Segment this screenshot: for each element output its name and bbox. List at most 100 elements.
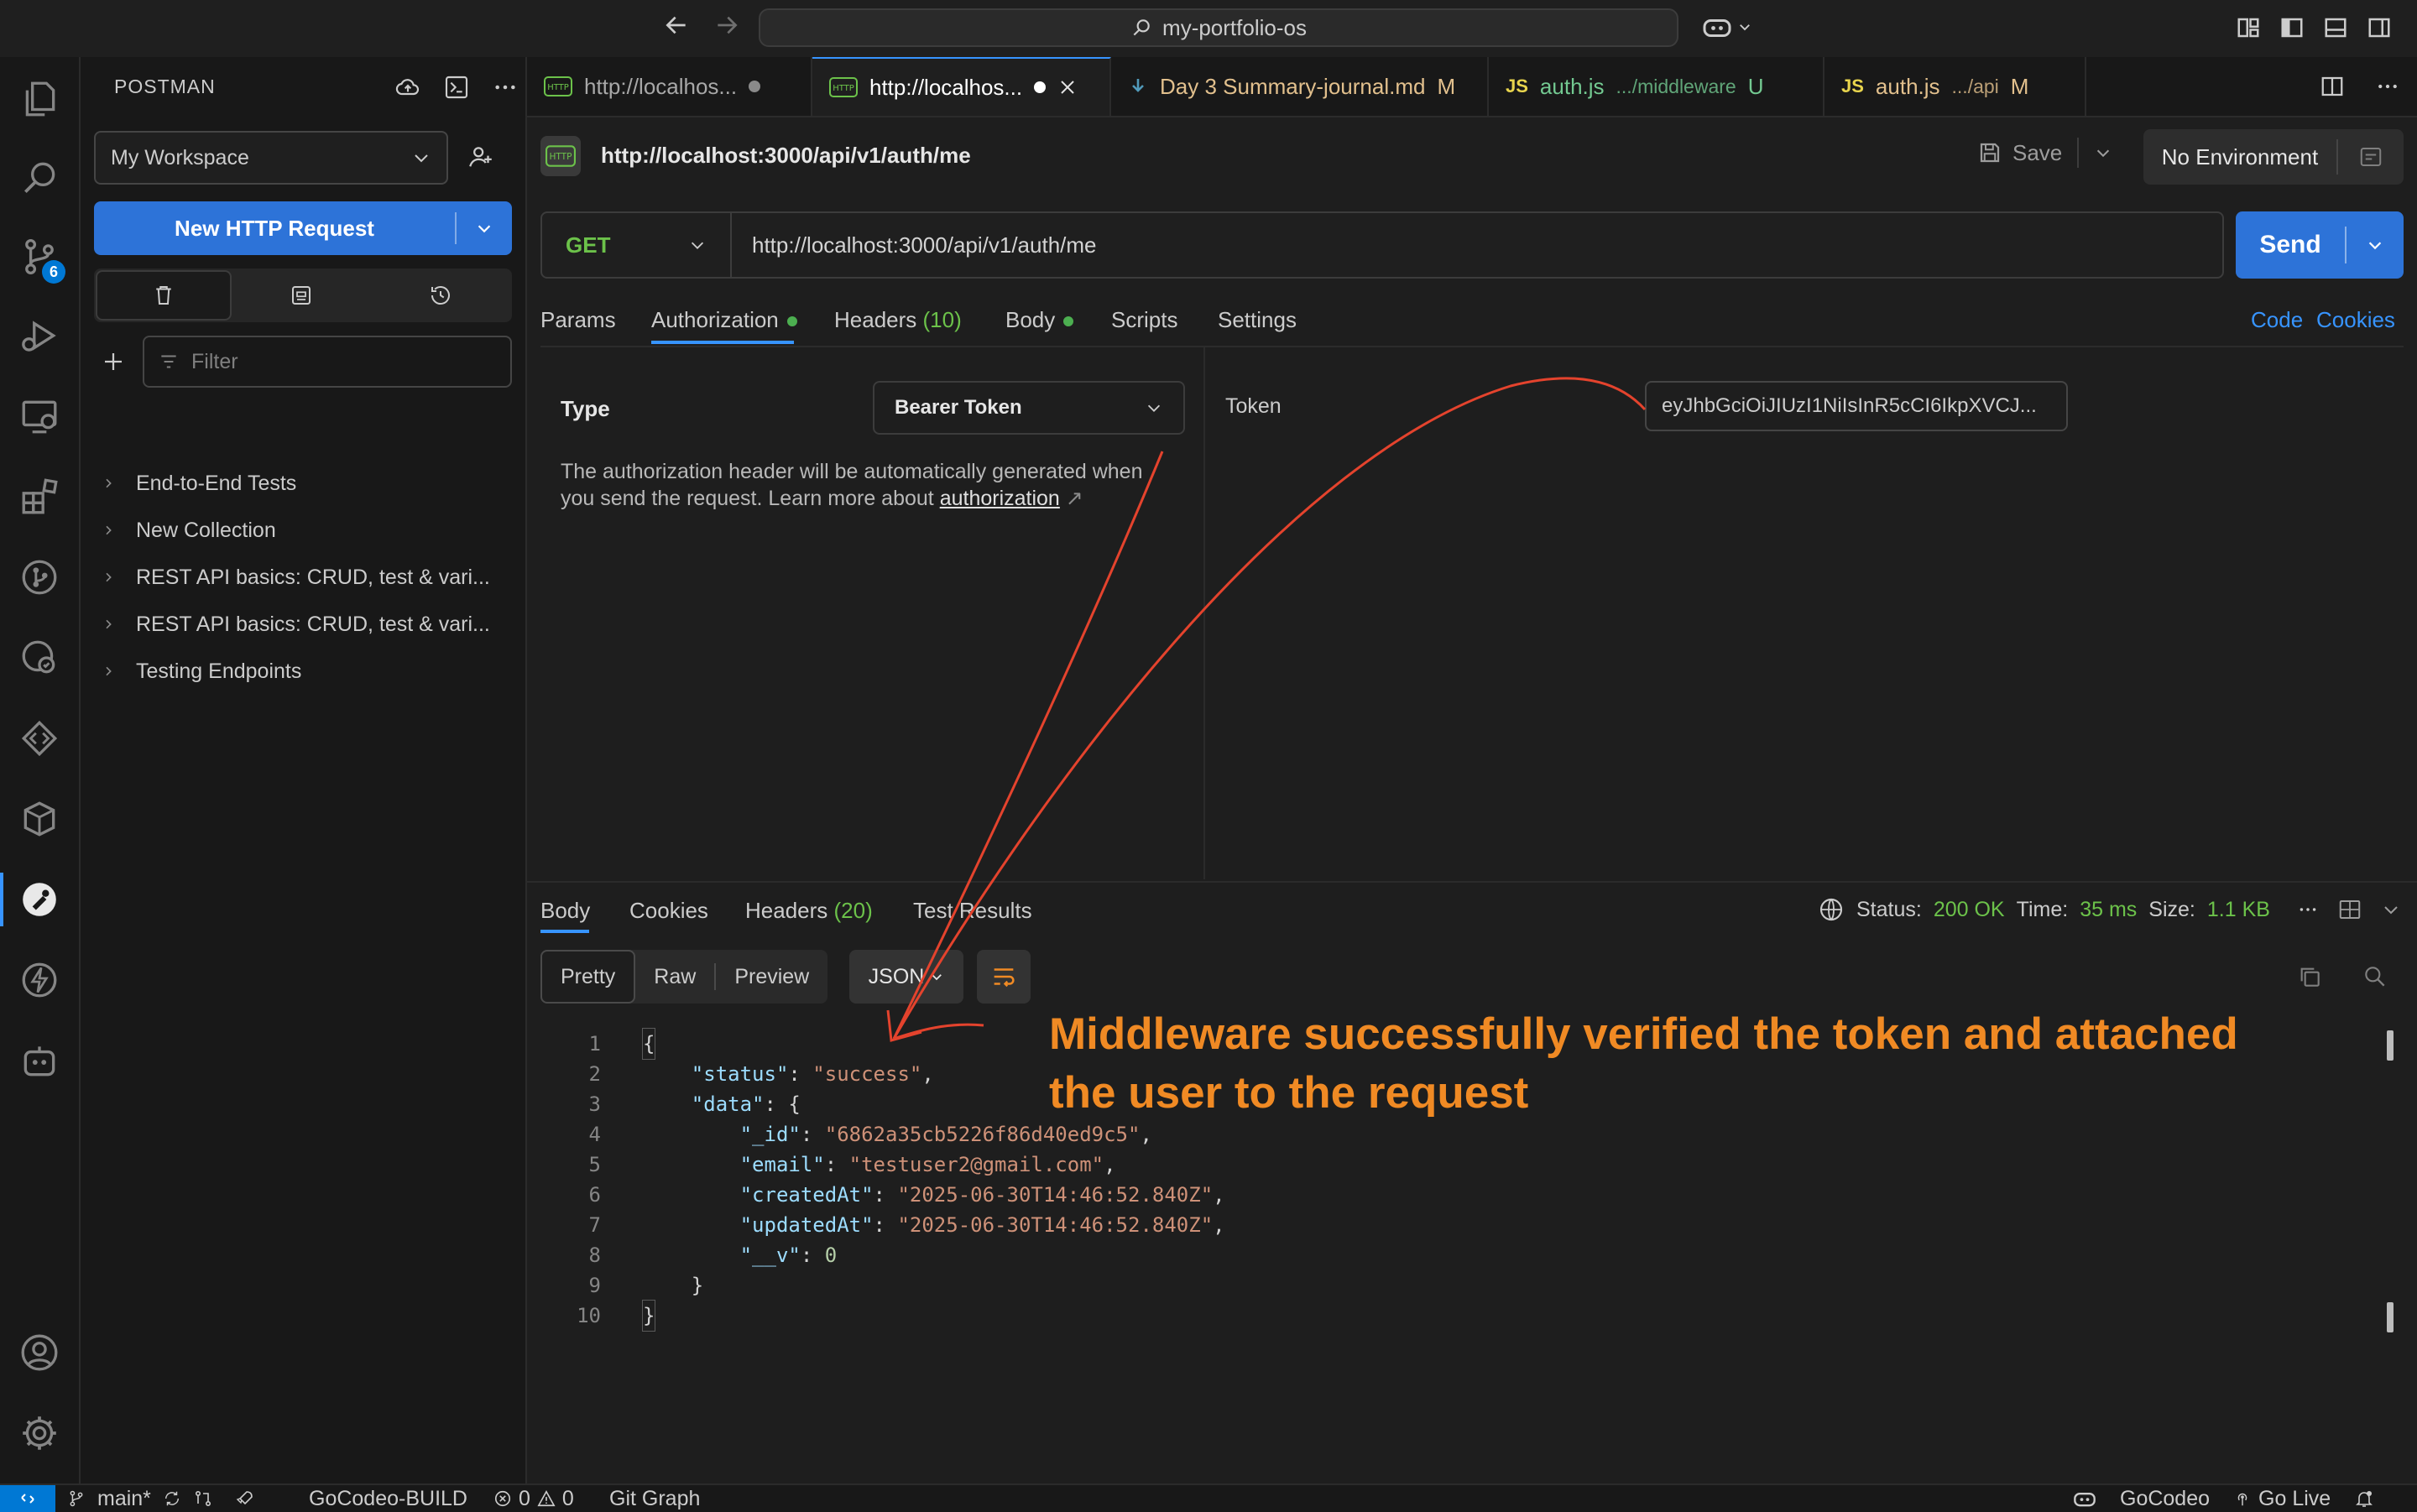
layout-toggle-icon[interactable] [2337, 897, 2362, 922]
history-view-button[interactable] [371, 270, 510, 321]
cloud-sync-icon[interactable] [394, 74, 421, 101]
search-icon[interactable] [0, 144, 79, 211]
git-graph-button[interactable]: Git Graph [609, 1485, 700, 1512]
add-icon[interactable] [101, 349, 126, 374]
response-tab-body[interactable]: Body [540, 898, 590, 924]
globe-icon[interactable] [1818, 896, 1845, 923]
tab-settings[interactable]: Settings [1218, 307, 1297, 333]
format-preview[interactable]: Preview [716, 950, 827, 1004]
rocket-icon[interactable] [235, 1489, 255, 1509]
tab-authorization[interactable]: Authorization [651, 307, 797, 333]
collection-item[interactable]: New Collection [81, 507, 525, 554]
toggle-secondary-sidebar-icon[interactable] [2367, 15, 2392, 40]
cookies-link[interactable]: Cookies [2316, 307, 2395, 333]
test-explorer-icon[interactable] [0, 624, 79, 691]
collections-view-button[interactable] [96, 270, 232, 321]
scrollbar-thumb[interactable] [2387, 1030, 2394, 1061]
new-request-dropdown-icon[interactable] [457, 219, 512, 237]
notifications-bell-icon[interactable] [2354, 1489, 2374, 1509]
environment-selector[interactable]: No Environment [2143, 129, 2404, 185]
workspace-select[interactable]: My Workspace [94, 131, 448, 185]
tab-request-1[interactable]: HTTP http://localhos... [527, 57, 812, 116]
new-http-request-button[interactable]: New HTTP Request [94, 201, 512, 255]
auth-type-select[interactable]: Bearer Token [873, 381, 1185, 435]
save-button[interactable]: Save [1977, 140, 2062, 166]
toggle-panel-icon[interactable] [2323, 15, 2348, 40]
remote-explorer-icon[interactable] [0, 383, 79, 450]
tab-journal-md[interactable]: Day 3 Summary-journal.md M [1111, 57, 1489, 116]
gear-icon[interactable] [0, 1400, 79, 1467]
code-link[interactable]: Code [2251, 307, 2303, 333]
more-actions-icon[interactable] [492, 74, 519, 101]
copilot-icon[interactable] [2073, 1489, 2096, 1509]
split-editor-icon[interactable] [2320, 74, 2345, 99]
collection-item[interactable]: End-to-End Tests [81, 460, 525, 507]
send-options-chevron-icon[interactable] [2347, 236, 2404, 254]
close-icon[interactable] [1057, 77, 1078, 97]
tab-request-2[interactable]: HTTP http://localhos... [812, 57, 1111, 116]
response-tab-cookies[interactable]: Cookies [629, 898, 708, 924]
git-compare-icon[interactable] [193, 1489, 213, 1509]
language-label: JSON [868, 964, 925, 988]
collection-item[interactable]: Testing Endpoints [81, 648, 525, 695]
more-actions-icon[interactable] [2297, 899, 2319, 920]
response-tab-headers[interactable]: Headers (20) [745, 898, 873, 924]
extensions-icon[interactable] [0, 463, 79, 530]
environments-view-button[interactable] [232, 270, 371, 321]
branch-status[interactable]: main* [67, 1485, 255, 1512]
back-arrow-icon[interactable] [663, 12, 690, 39]
more-actions-icon[interactable] [2375, 74, 2400, 99]
tab-headers[interactable]: Headers (10) [834, 307, 962, 333]
send-button[interactable]: Send [2236, 211, 2404, 279]
save-label: Save [2012, 139, 2063, 165]
tab-auth-api[interactable]: JS auth.js .../api M [1824, 57, 2086, 116]
toggle-primary-sidebar-icon[interactable] [2279, 15, 2305, 40]
word-wrap-button[interactable] [977, 950, 1031, 1004]
format-raw[interactable]: Raw [635, 950, 714, 1004]
filter-input[interactable]: Filter [143, 336, 512, 388]
api-client-icon[interactable] [0, 705, 79, 772]
gocodeo-status[interactable]: GoCodeo [2120, 1487, 2210, 1511]
copilot-menu[interactable] [1702, 13, 1752, 40]
language-select[interactable]: JSON [849, 950, 963, 1004]
command-center[interactable]: my-portfolio-os [759, 8, 1678, 47]
thunder-client-icon[interactable] [0, 946, 79, 1014]
scrollbar-thumb[interactable] [2387, 1302, 2394, 1332]
tab-auth-middleware[interactable]: JS auth.js .../middleware U [1489, 57, 1824, 116]
explorer-icon[interactable] [0, 65, 79, 133]
method-select[interactable]: GET [542, 213, 732, 277]
copy-icon[interactable] [2296, 963, 2323, 990]
token-input[interactable]: eyJhbGciOiJIUzI1NiIsInR5cCI6IkpXVCJ... [1645, 381, 2068, 431]
terminal-icon[interactable] [443, 74, 470, 101]
url-input[interactable]: http://localhost:3000/api/v1/auth/me [732, 232, 1097, 258]
environment-quick-look-icon[interactable] [2338, 144, 2404, 169]
tab-scripts[interactable]: Scripts [1111, 307, 1177, 333]
customize-layout-icon[interactable] [2236, 15, 2261, 40]
remote-indicator[interactable] [0, 1485, 55, 1512]
tab-body[interactable]: Body [1005, 307, 1074, 333]
search-icon[interactable] [2362, 963, 2388, 990]
accounts-icon[interactable] [0, 1319, 79, 1386]
run-debug-icon[interactable] [0, 302, 79, 369]
collection-item[interactable]: REST API basics: CRUD, test & vari... [81, 601, 525, 648]
sync-icon[interactable] [163, 1489, 181, 1508]
invite-user-icon[interactable] [467, 143, 495, 171]
build-status[interactable]: GoCodeo-BUILD [309, 1485, 467, 1512]
containers-icon[interactable] [0, 785, 79, 852]
git-graph-icon[interactable] [0, 544, 79, 611]
go-live-button[interactable]: Go Live [2233, 1487, 2331, 1511]
collapse-chevron-icon[interactable] [2381, 899, 2401, 920]
collection-item[interactable]: REST API basics: CRUD, test & vari... [81, 554, 525, 601]
source-control-icon[interactable]: 6 [0, 223, 79, 290]
save-options-chevron-icon[interactable] [2094, 143, 2112, 162]
problems-status[interactable]: 0 0 [493, 1485, 574, 1512]
tab-params[interactable]: Params [540, 307, 616, 333]
format-pretty[interactable]: Pretty [540, 950, 636, 1004]
postman-icon[interactable] [0, 866, 79, 933]
line-number: 4 [588, 1123, 601, 1146]
gocodeo-bot-icon[interactable] [0, 1027, 79, 1094]
response-tab-test-results[interactable]: Test Results [913, 898, 1032, 924]
authorization-link[interactable]: authorization [940, 487, 1060, 510]
forward-arrow-icon[interactable] [713, 12, 740, 39]
